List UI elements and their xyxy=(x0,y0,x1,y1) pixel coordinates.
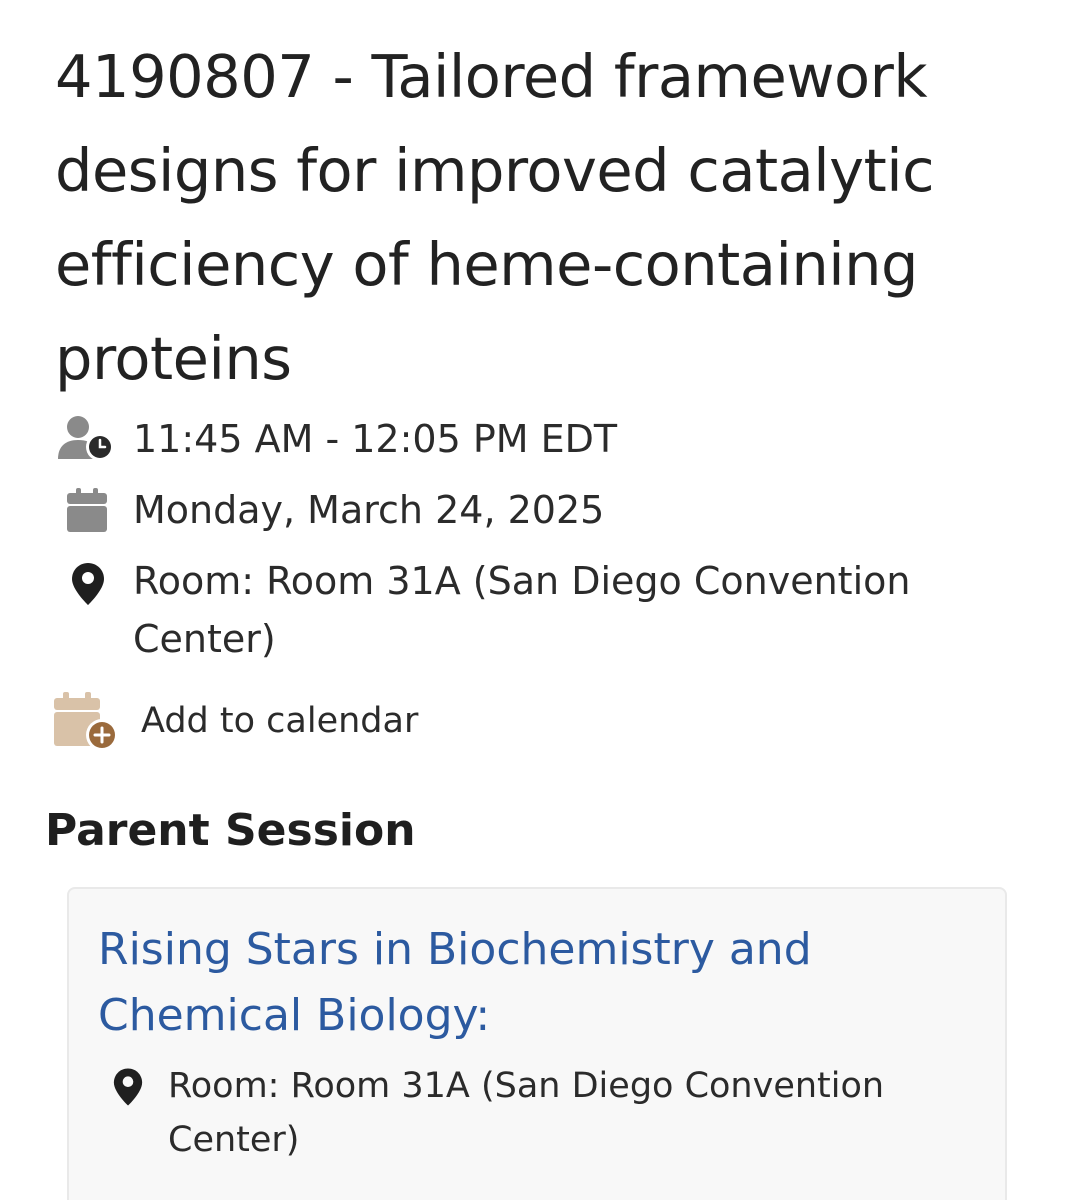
event-title: 4190807 - Tailored framework designs for… xyxy=(55,42,935,393)
add-to-calendar-button[interactable]: Add to calendar xyxy=(52,690,472,754)
event-location: Room: Room 31A (San Diego Convention Cen… xyxy=(133,559,911,661)
event-time-row: 11:45 AM - 12:05 PM EDT xyxy=(0,410,1076,470)
event-location-row: Room: Room 31A (San Diego Convention Cen… xyxy=(0,552,1076,670)
parent-session-link[interactable]: Rising Stars in Biochemistry and Chemica… xyxy=(98,917,958,1049)
person-clock-icon xyxy=(56,413,118,469)
event-time: 11:45 AM - 12:05 PM EDT xyxy=(133,417,618,461)
parent-session-heading: Parent Session xyxy=(45,805,416,856)
event-date-row: Monday, March 24, 2025 xyxy=(0,481,1076,541)
calendar-plus-icon xyxy=(52,690,122,758)
event-detail-page: 4190807 - Tailored framework designs for… xyxy=(0,0,1076,1200)
parent-session-card: Rising Stars in Biochemistry and Chemica… xyxy=(67,887,1007,1200)
map-pin-icon xyxy=(71,562,105,610)
parent-session-location: Room: Room 31A (San Diego Convention Cen… xyxy=(168,1066,885,1160)
event-date: Monday, March 24, 2025 xyxy=(133,488,605,532)
map-pin-icon xyxy=(113,1067,143,1111)
add-to-calendar-label: Add to calendar xyxy=(141,701,419,741)
calendar-icon xyxy=(66,487,108,537)
